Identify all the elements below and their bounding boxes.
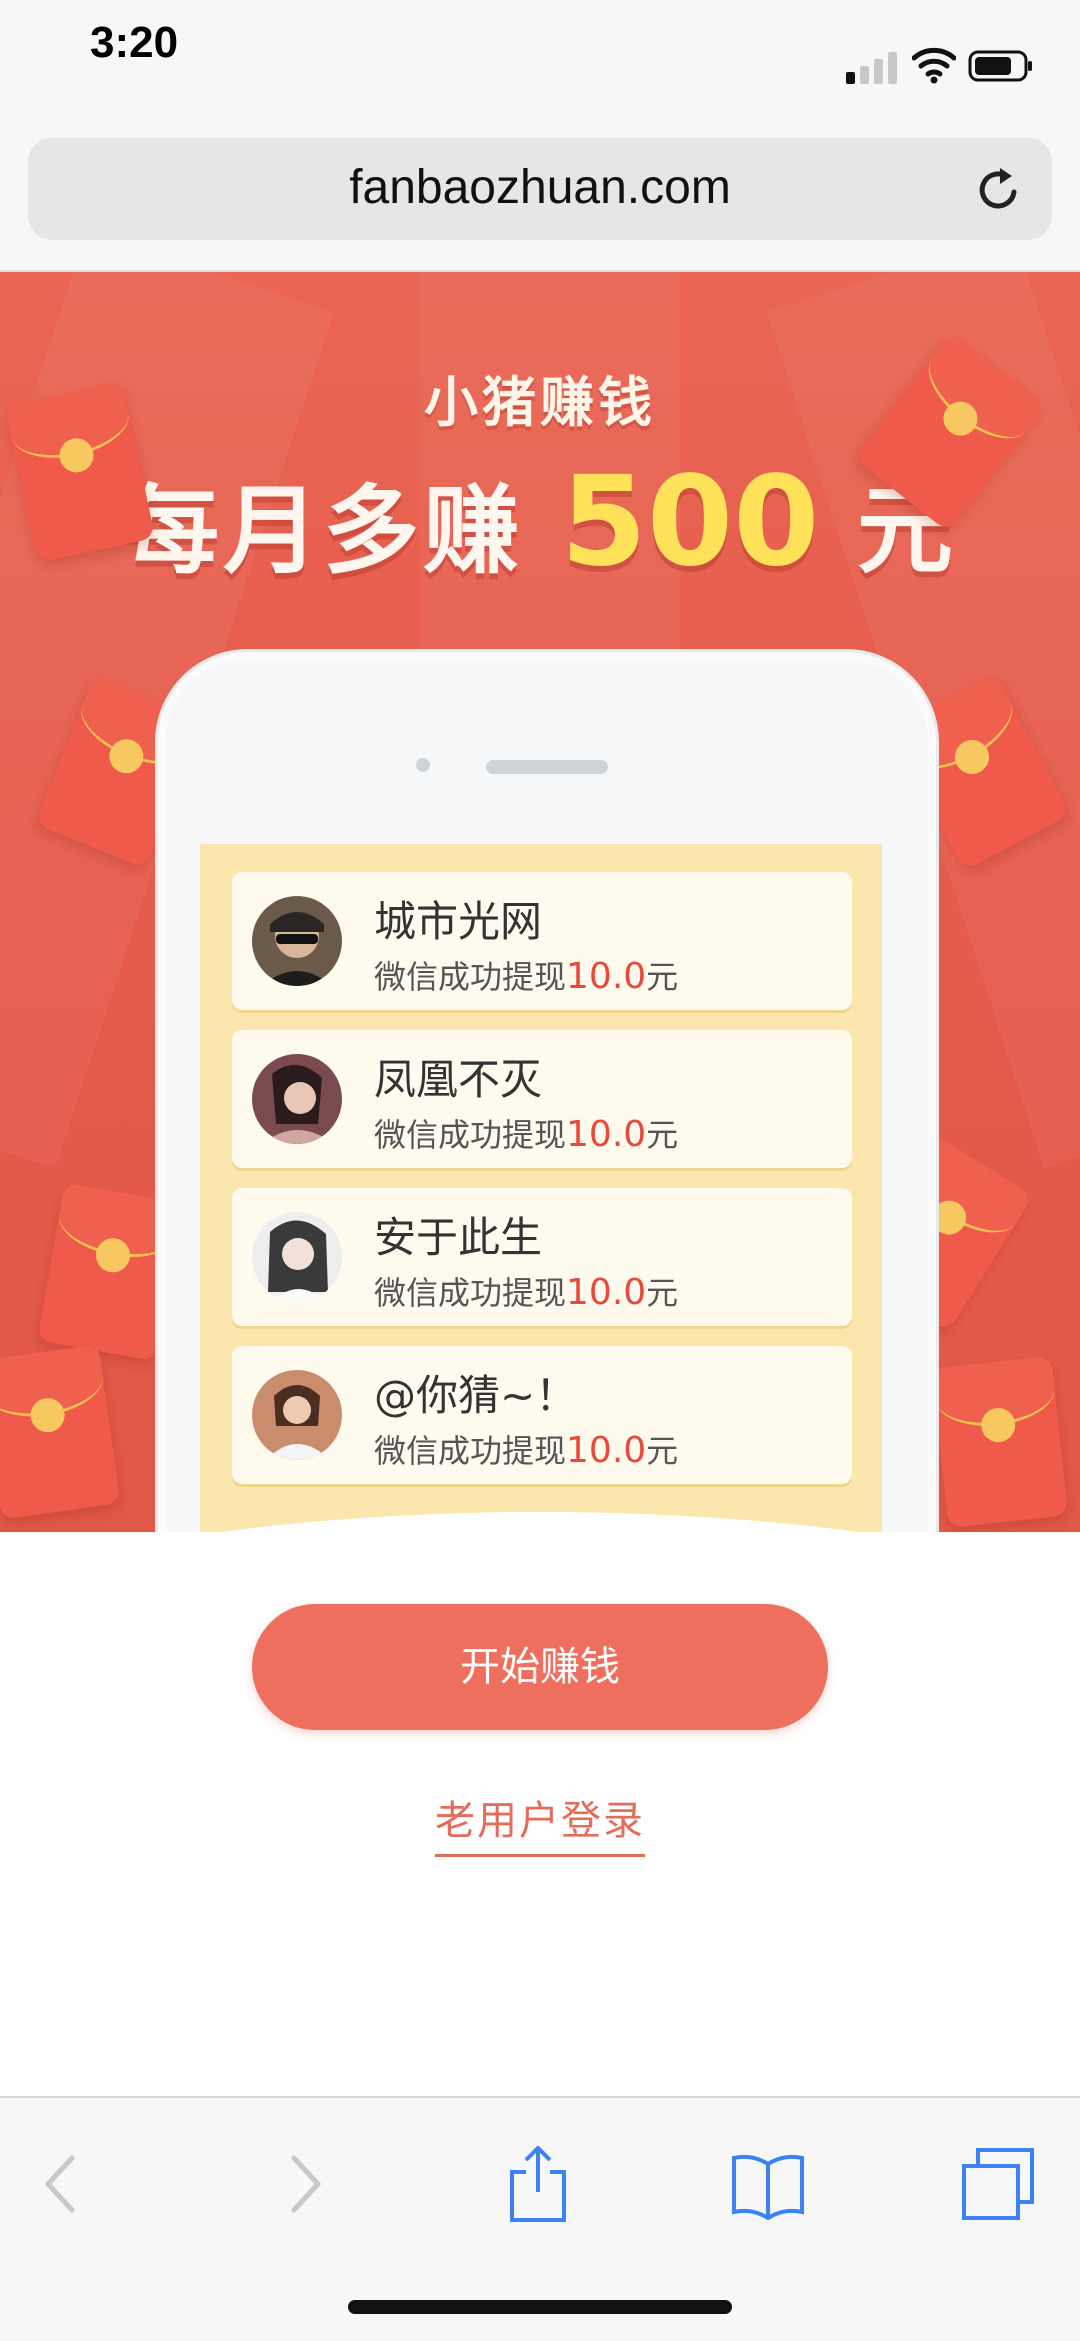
url-field[interactable]: fanbaozhuan.com (28, 138, 1052, 240)
cellular-signal-icon (846, 48, 906, 84)
forward-icon[interactable] (262, 2142, 346, 2226)
user-name: 安于此生 (374, 1213, 543, 1262)
battery-icon (968, 50, 1032, 82)
promo-banner: 小猪赚钱 每月多赚 500 元 城市光网 微信成功提现10.0元 凤凰不灭 微信… (0, 272, 1080, 1532)
url-text: fanbaozhuan.com (349, 161, 731, 214)
headline-amount: 500 (560, 450, 820, 594)
user-name: 凤凰不灭 (374, 1055, 543, 1104)
withdrawal-unit: 元 (646, 958, 679, 996)
status-time: 3:20 (90, 18, 179, 67)
withdrawal-unit: 元 (646, 1116, 679, 1154)
withdrawal-text: 微信成功提现10.0元 (374, 1110, 678, 1156)
withdrawal-amount: 10.0 (566, 1272, 647, 1313)
withdrawal-label: 微信成功提现 (374, 1432, 567, 1470)
withdrawal-card: 城市光网 微信成功提现10.0元 (232, 872, 852, 1010)
withdrawal-text: 微信成功提现10.0元 (374, 952, 678, 998)
withdrawal-unit: 元 (646, 1274, 679, 1312)
tabs-icon[interactable] (956, 2142, 1040, 2226)
withdrawal-amount: 10.0 (566, 1114, 647, 1155)
withdrawal-label: 微信成功提现 (374, 958, 567, 996)
bookmarks-icon[interactable] (726, 2142, 810, 2226)
withdrawal-unit: 元 (646, 1432, 679, 1470)
red-envelope-icon (0, 1344, 121, 1520)
withdrawal-card: 安于此生 微信成功提现10.0元 (232, 1188, 852, 1326)
existing-user-login-link[interactable]: 老用户登录 (435, 1788, 645, 1857)
headline-prefix: 每月多赚 (123, 475, 524, 587)
share-icon[interactable] (496, 2142, 580, 2226)
withdrawal-feed: 城市光网 微信成功提现10.0元 凤凰不灭 微信成功提现10.0元 安于此生 微… (200, 844, 882, 1532)
user-name: @你猜~！ (374, 1371, 578, 1420)
withdrawal-label: 微信成功提现 (374, 1116, 567, 1154)
withdrawal-card: @你猜~！ 微信成功提现10.0元 (232, 1346, 852, 1484)
withdrawal-amount: 10.0 (566, 956, 647, 997)
browser-address-bar-container: fanbaozhuan.com (0, 130, 1080, 272)
status-bar: 3:20 (0, 0, 1080, 130)
wifi-icon (912, 47, 956, 84)
back-icon[interactable] (20, 2142, 104, 2226)
phone-speaker (486, 760, 608, 774)
withdrawal-text: 微信成功提现10.0元 (374, 1426, 678, 1472)
avatar (252, 1054, 342, 1144)
phone-illustration: 城市光网 微信成功提现10.0元 凤凰不灭 微信成功提现10.0元 安于此生 微… (158, 652, 936, 1532)
red-envelope-icon (931, 1356, 1069, 1528)
withdrawal-amount: 10.0 (566, 1430, 647, 1471)
withdrawal-card: 凤凰不灭 微信成功提现10.0元 (232, 1030, 852, 1168)
start-earning-button[interactable]: 开始赚钱 (252, 1604, 828, 1730)
home-indicator (348, 2300, 732, 2314)
withdrawal-text: 微信成功提现10.0元 (374, 1268, 678, 1314)
user-name: 城市光网 (374, 897, 543, 946)
avatar (252, 896, 342, 986)
login-link-container: 老用户登录 (0, 1788, 1080, 1857)
avatar (252, 1370, 342, 1460)
reload-icon[interactable] (970, 162, 1026, 218)
phone-camera (416, 758, 430, 772)
withdrawal-label: 微信成功提现 (374, 1274, 567, 1312)
avatar (252, 1212, 342, 1302)
